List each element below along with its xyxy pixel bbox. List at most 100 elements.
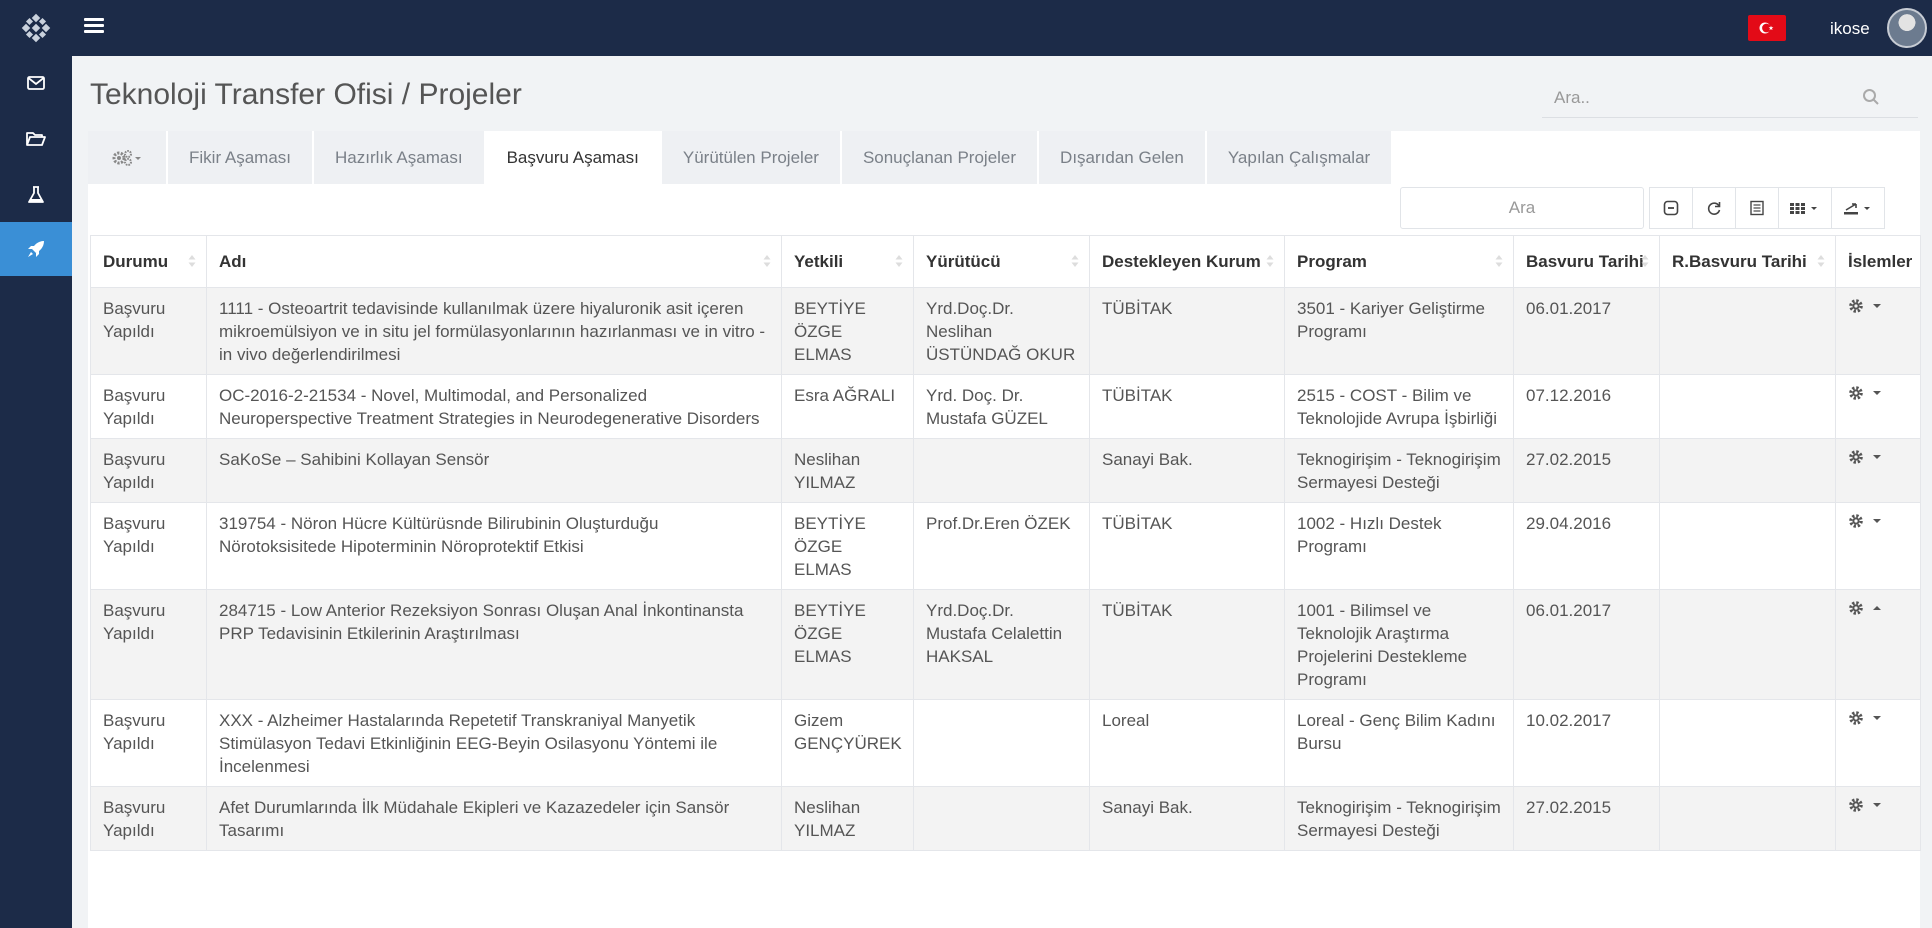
tab-basvuru[interactable]: Başvuru Aşaması	[485, 131, 660, 184]
cell-durum: Başvuru Yapıldı	[90, 438, 207, 503]
cell-adi: XXX - Alzheimer Hastalarında Repetetif T…	[206, 699, 782, 787]
table-header-row: Durumu Adı Yetkili Yürütücü Destekleyen …	[90, 235, 1921, 288]
app-logo[interactable]	[0, 0, 72, 56]
caret-down-icon	[1873, 391, 1881, 395]
row-actions-button[interactable]	[1848, 600, 1882, 616]
cell-program: Loreal - Genç Bilim Kadını Bursu	[1284, 699, 1514, 787]
cell-durum: Başvuru Yapıldı	[90, 287, 207, 375]
cell-adi: OC-2016-2-21534 - Novel, Multimodal, and…	[206, 374, 782, 439]
table-row[interactable]: Başvuru Yapıldı XXX - Alzheimer Hastalar…	[90, 699, 1921, 787]
tab-settings-menu[interactable]	[88, 131, 166, 184]
sort-icon	[763, 255, 771, 267]
columns-icon	[1790, 203, 1817, 214]
cell-yurutucu: Yrd.Doç.Dr. Mustafa Celalettin HAKSAL	[913, 589, 1090, 700]
cell-program: 2515 - COST - Bilim ve Teknolojide Avrup…	[1284, 374, 1514, 439]
projects-table: Durumu Adı Yetkili Yürütücü Destekleyen …	[90, 235, 1921, 851]
avatar[interactable]	[1887, 8, 1927, 48]
column-header[interactable]: R.Basvuru Tarihi	[1659, 235, 1836, 288]
cell-yurutucu: Yrd.Doç.Dr. Neslihan ÜSTÜNDAĞ OKUR	[913, 287, 1090, 375]
table-row[interactable]: Başvuru Yapıldı Afet Durumlarında İlk Mü…	[90, 786, 1921, 851]
cell-kurum: Sanayi Bak.	[1089, 786, 1285, 851]
sort-icon	[1641, 255, 1649, 267]
caret-down-icon	[1873, 803, 1881, 807]
cell-yetkili: BEYTİYE ÖZGE ELMAS	[781, 502, 914, 590]
cell-program: 1001 - Bilimsel ve Teknolojik Araştırma …	[1284, 589, 1514, 700]
row-actions-button[interactable]	[1848, 513, 1882, 529]
cell-kurum: TÜBİTAK	[1089, 287, 1285, 375]
cell-yetkili: BEYTİYE ÖZGE ELMAS	[781, 589, 914, 700]
toggle-pagination-button[interactable]	[1649, 187, 1693, 229]
cell-yurutucu	[913, 786, 1090, 851]
table-row[interactable]: Başvuru Yapıldı SaKoSe – Sahibini Kollay…	[90, 438, 1921, 503]
gear-icon	[1849, 450, 1863, 464]
sort-icon	[1495, 255, 1503, 267]
menu-toggle-icon[interactable]	[84, 18, 104, 38]
row-actions-button[interactable]	[1848, 385, 1882, 401]
column-header[interactable]: Program	[1284, 235, 1514, 288]
table-search-input[interactable]	[1400, 187, 1644, 229]
cell-yetkili: Neslihan YILMAZ	[781, 786, 914, 851]
row-actions-button[interactable]	[1848, 449, 1882, 465]
cell-kurum: Sanayi Bak.	[1089, 438, 1285, 503]
sidebar-item-lab[interactable]	[0, 168, 72, 222]
cell-rtarih	[1659, 287, 1836, 375]
cell-durum: Başvuru Yapıldı	[90, 786, 207, 851]
envelope-icon	[27, 76, 45, 90]
columns-dropdown-button[interactable]	[1778, 187, 1832, 229]
cell-actions	[1835, 589, 1921, 700]
export-dropdown-button[interactable]	[1831, 187, 1885, 229]
tab-yurutulen[interactable]: Yürütülen Projeler	[661, 131, 840, 184]
tab-yapilan[interactable]: Yapılan Çalışmalar	[1206, 131, 1392, 184]
tab-sonuclanan[interactable]: Sonuçlanan Projeler	[841, 131, 1038, 184]
row-actions-button[interactable]	[1848, 710, 1882, 726]
cell-yurutucu	[913, 699, 1090, 787]
column-header-label: Durumu	[103, 252, 169, 271]
column-header[interactable]: Yetkili	[781, 235, 914, 288]
username[interactable]: ikose	[1830, 19, 1870, 39]
table-row[interactable]: Başvuru Yapıldı 319754 - Nöron Hücre Kül…	[90, 502, 1921, 590]
collapse-icon	[1663, 200, 1679, 216]
table-row[interactable]: Başvuru Yapıldı 284715 - Low Anterior Re…	[90, 589, 1921, 700]
cell-actions	[1835, 438, 1921, 503]
tab-fikir[interactable]: Fikir Aşaması	[168, 131, 313, 184]
tab-hazirlik[interactable]: Hazırlık Aşaması	[314, 131, 484, 184]
cell-tarih: 06.01.2017	[1513, 287, 1660, 375]
sidebar-item-messages[interactable]	[0, 56, 72, 110]
column-header-label: R.Basvuru Tarihi	[1672, 252, 1807, 271]
sidebar-item-files[interactable]	[0, 112, 72, 166]
column-header: İslemler	[1835, 235, 1921, 288]
row-actions-button[interactable]	[1848, 797, 1882, 813]
sidebar-item-projects[interactable]	[0, 222, 72, 276]
column-header[interactable]: Basvuru Tarihi	[1513, 235, 1660, 288]
cell-kurum: Loreal	[1089, 699, 1285, 787]
cell-actions	[1835, 786, 1921, 851]
rocket-icon	[28, 241, 44, 257]
column-header[interactable]: Adı	[206, 235, 782, 288]
sidebar	[0, 56, 72, 928]
column-header-label: Yürütücü	[926, 252, 1001, 271]
language-flag-icon[interactable]	[1748, 15, 1786, 41]
cell-durum: Başvuru Yapıldı	[90, 589, 207, 700]
page-title: Teknoloji Transfer Ofisi / Projeler	[90, 78, 522, 111]
tab-disaridan[interactable]: Dışarıdan Gelen	[1039, 131, 1205, 184]
cell-kurum: TÜBİTAK	[1089, 589, 1285, 700]
cell-yetkili: Esra AĞRALI	[781, 374, 914, 439]
toggle-view-button[interactable]	[1735, 187, 1779, 229]
table-row[interactable]: Başvuru Yapıldı 1111 - Osteoartrit tedav…	[90, 287, 1921, 375]
cell-yurutucu	[913, 438, 1090, 503]
cell-kurum: TÜBİTAK	[1089, 374, 1285, 439]
export-icon	[1844, 203, 1870, 215]
column-header[interactable]: Destekleyen Kurum	[1089, 235, 1285, 288]
refresh-button[interactable]	[1692, 187, 1736, 229]
row-actions-button[interactable]	[1848, 298, 1882, 314]
table-row[interactable]: Başvuru Yapıldı OC-2016-2-21534 - Novel,…	[90, 374, 1921, 439]
column-header[interactable]: Durumu	[90, 235, 207, 288]
list-view-icon	[1750, 200, 1764, 216]
column-header[interactable]: Yürütücü	[913, 235, 1090, 288]
cell-durum: Başvuru Yapıldı	[90, 699, 207, 787]
search-icon[interactable]	[1862, 88, 1880, 106]
caret-down-icon	[1873, 455, 1881, 459]
gear-icon	[1849, 798, 1863, 812]
refresh-icon	[1707, 202, 1721, 215]
cell-tarih: 29.04.2016	[1513, 502, 1660, 590]
